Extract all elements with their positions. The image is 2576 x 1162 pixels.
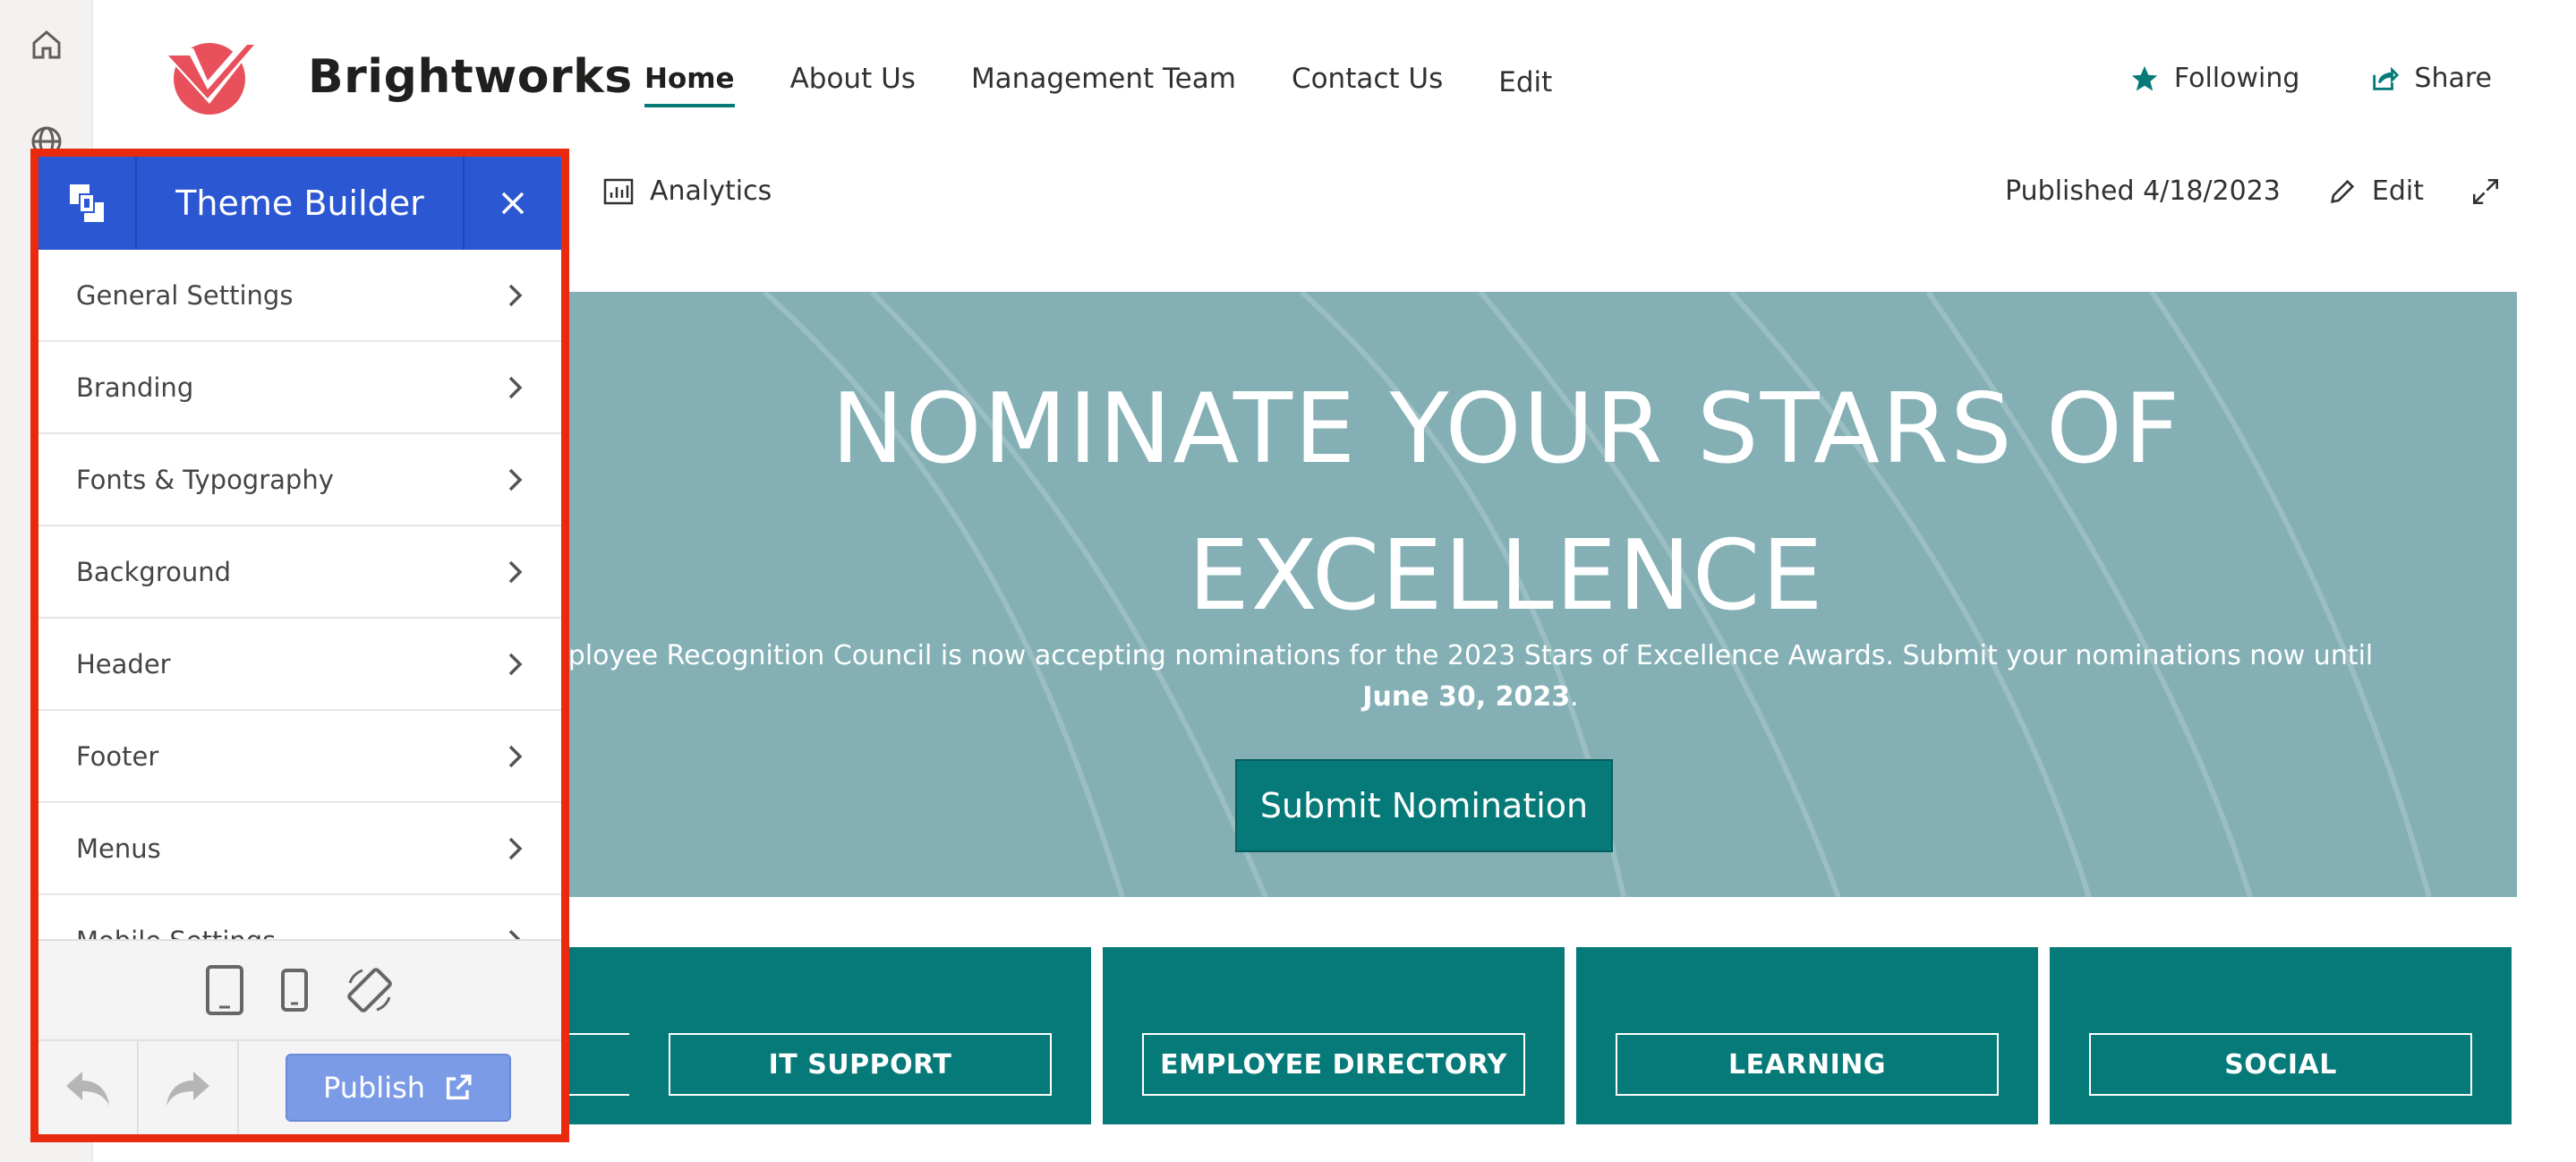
learning-button[interactable]: LEARNING	[1616, 1033, 1999, 1096]
menu-item-label: Footer	[76, 740, 159, 772]
rotate-device-icon[interactable]	[345, 965, 395, 1015]
publish-button[interactable]: Publish	[286, 1054, 511, 1122]
menu-item-label: General Settings	[76, 279, 294, 311]
chevron-right-icon	[508, 653, 523, 675]
it-support-button[interactable]: IT SUPPORT	[669, 1033, 1052, 1096]
theme-builder-panel: Theme Builder General Settings Branding …	[30, 149, 569, 1142]
mobile-icon[interactable]	[280, 968, 309, 1012]
submit-nomination-button[interactable]: Submit Nomination	[1235, 759, 1613, 852]
edit-page-button[interactable]: Edit	[2327, 175, 2424, 207]
close-icon[interactable]	[463, 157, 561, 250]
chevron-right-icon	[508, 929, 521, 939]
analytics-icon	[603, 178, 634, 204]
external-link-icon	[446, 1074, 472, 1100]
hero-deadline: June 30, 2023	[1362, 681, 1571, 713]
tile-it-support[interactable]: IT SUPPORT	[629, 947, 1091, 1124]
theme-builder-menu: General Settings Branding Fonts & Typogr…	[38, 250, 561, 939]
expand-icon[interactable]	[2470, 176, 2501, 207]
following-button[interactable]: Following	[2129, 63, 2300, 94]
hero-title: NOMINATE YOUR STARS OF EXCELLENCE	[496, 356, 2517, 650]
publish-label: Publish	[322, 1071, 426, 1105]
hero-title-line-1: NOMINATE YOUR STARS OF	[831, 373, 2182, 485]
chevron-right-icon	[508, 284, 523, 306]
menu-footer[interactable]: Footer	[38, 711, 561, 803]
employee-directory-button[interactable]: EMPLOYEE DIRECTORY	[1142, 1033, 1525, 1096]
nav-contact-us[interactable]: Contact Us	[1292, 63, 1443, 107]
theme-builder-logo-icon	[38, 157, 137, 250]
menu-menus[interactable]: Menus	[38, 803, 561, 895]
menu-background[interactable]: Background	[38, 526, 561, 619]
menu-item-label: Mobile Settings	[76, 926, 276, 940]
menu-general-settings[interactable]: General Settings	[38, 250, 561, 342]
chevron-right-icon	[508, 745, 523, 767]
published-status: Published 4/18/2023	[2005, 175, 2281, 207]
undo-icon[interactable]	[38, 1040, 139, 1134]
hero-description: ployee Recognition Council is now accept…	[496, 636, 2517, 718]
site-nav: Home About Us Management Team Contact Us…	[644, 63, 1552, 107]
nav-management-team[interactable]: Management Team	[971, 63, 1236, 107]
redo-icon[interactable]	[139, 1040, 239, 1134]
brightworks-logo-icon[interactable]	[156, 34, 261, 116]
nav-edit[interactable]: Edit	[1498, 66, 1552, 111]
following-label: Following	[2173, 63, 2300, 94]
tile-social[interactable]: SOCIAL	[2050, 947, 2512, 1124]
nav-home[interactable]: Home	[644, 63, 735, 107]
tile-employee-directory[interactable]: EMPLOYEE DIRECTORY	[1103, 947, 1565, 1124]
analytics-button[interactable]: Analytics	[603, 175, 772, 207]
device-preview-bar	[38, 939, 561, 1039]
analytics-label: Analytics	[650, 175, 772, 207]
menu-item-label: Menus	[76, 833, 161, 864]
theme-builder-header: Theme Builder	[38, 157, 561, 250]
hero-deadline-suffix: .	[1570, 681, 1579, 713]
tablet-icon[interactable]	[205, 964, 244, 1016]
chevron-right-icon	[508, 376, 523, 398]
menu-item-label: Background	[76, 556, 232, 587]
menu-header[interactable]: Header	[38, 619, 561, 711]
theme-builder-footer: Publish	[38, 1039, 561, 1134]
hero-banner: NOMINATE YOUR STARS OF EXCELLENCE ployee…	[496, 292, 2517, 897]
site-title[interactable]: Brightworks	[308, 50, 633, 104]
menu-item-label: Branding	[76, 372, 194, 403]
chevron-right-icon	[508, 837, 523, 859]
social-button[interactable]: SOCIAL	[2089, 1033, 2472, 1096]
command-bar-right: Published 4/18/2023 Edit	[2005, 175, 2501, 207]
site-actions: Following Share	[2129, 63, 2492, 94]
nav-about-us[interactable]: About Us	[790, 63, 916, 107]
chevron-right-icon	[508, 468, 523, 491]
menu-branding[interactable]: Branding	[38, 342, 561, 434]
edit-label: Edit	[2371, 175, 2424, 207]
star-icon	[2131, 65, 2158, 90]
menu-item-label: Fonts & Typography	[76, 464, 334, 495]
theme-builder-title: Theme Builder	[175, 184, 424, 223]
home-icon[interactable]	[27, 25, 66, 64]
menu-item-label: Header	[76, 648, 171, 679]
menu-fonts-typography[interactable]: Fonts & Typography	[38, 434, 561, 526]
pencil-icon	[2330, 179, 2355, 203]
hero-description-text: ployee Recognition Council is now accept…	[567, 640, 2374, 671]
chevron-right-icon	[508, 560, 523, 583]
menu-mobile-settings[interactable]: Mobile Settings	[38, 895, 561, 939]
share-icon	[2373, 66, 2400, 90]
tile-learning[interactable]: LEARNING	[1576, 947, 2038, 1124]
hero-title-line-2: EXCELLENCE	[1188, 520, 1825, 632]
share-label: Share	[2414, 63, 2492, 94]
share-button[interactable]: Share	[2369, 63, 2492, 94]
